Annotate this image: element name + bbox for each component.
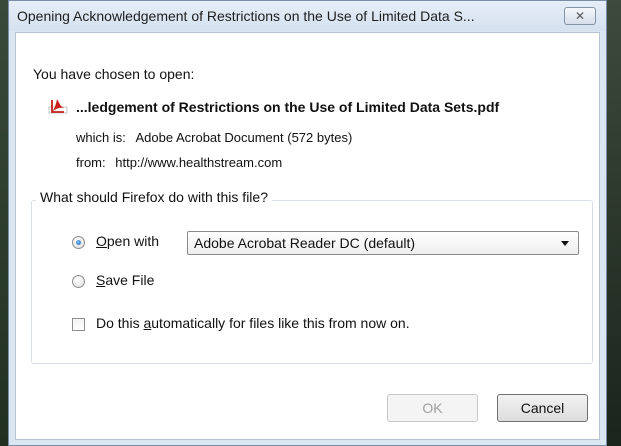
save-file-radio[interactable] [72, 275, 85, 288]
close-button[interactable]: ✕ [564, 7, 596, 25]
file-type-value: Adobe Acrobat Document (572 bytes) [135, 130, 353, 145]
close-icon: ✕ [574, 9, 586, 23]
ok-button[interactable]: OK [387, 394, 478, 422]
file-source-value: http://www.healthstream.com [115, 155, 283, 170]
save-file-label[interactable]: Save File [96, 272, 154, 288]
file-type-row: which is: Adobe Acrobat Document (572 by… [76, 130, 352, 145]
desktop-background-right [607, 0, 621, 446]
which-is-label: which is: [76, 130, 126, 145]
window-title: Opening Acknowledgement of Restrictions … [17, 8, 475, 24]
open-with-text: pen with [106, 233, 160, 249]
cancel-button[interactable]: Cancel [497, 394, 588, 422]
file-name: ...ledgement of Restrictions on the Use … [76, 99, 500, 115]
action-group-legend: What should Firefox do with this file? [36, 189, 272, 205]
auto-action-label[interactable]: Do this automatically for files like thi… [96, 315, 410, 331]
open-with-radio[interactable] [72, 236, 85, 249]
download-dialog: Opening Acknowledgement of Restrictions … [8, 0, 607, 446]
chosen-to-open-text: You have chosen to open: [33, 66, 195, 82]
open-with-mnemonic: O [96, 233, 107, 249]
file-row: ...ledgement of Restrictions on the Use … [48, 97, 499, 117]
from-label: from: [76, 155, 106, 170]
application-select-value: Adobe Acrobat Reader DC (default) [194, 235, 416, 251]
open-with-label[interactable]: Open with [96, 233, 159, 249]
auto-action-text-before: Do this [96, 315, 144, 331]
title-bar: Opening Acknowledgement of Restrictions … [9, 1, 606, 31]
auto-action-checkbox[interactable] [72, 318, 85, 331]
auto-action-text-after: utomatically for files like this from no… [151, 315, 410, 331]
dialog-body: You have chosen to open: ...ledgement of… [15, 32, 600, 440]
save-file-text: ave File [105, 272, 155, 288]
pdf-file-icon [48, 97, 68, 117]
save-file-mnemonic: S [96, 272, 106, 288]
chevron-down-icon [561, 240, 569, 246]
application-select[interactable]: Adobe Acrobat Reader DC (default) [187, 231, 579, 255]
file-source-row: from: http://www.healthstream.com [76, 155, 282, 170]
